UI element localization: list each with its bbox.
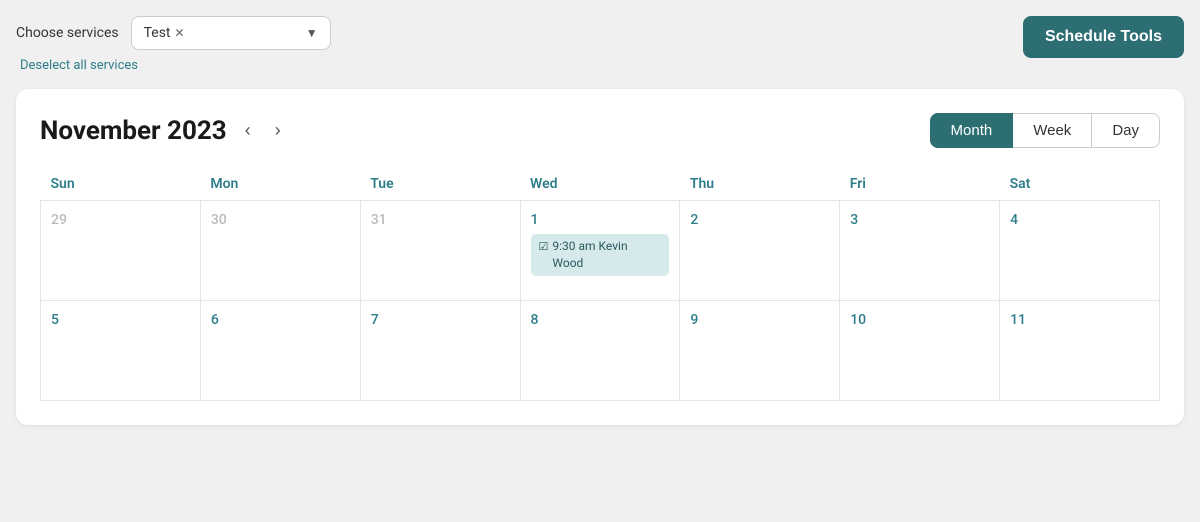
col-wed: Wed [520,168,680,201]
day-number: 31 [371,212,387,228]
calendar-container: November 2023 ‹ › Month Week Day Sun Mon… [16,89,1184,425]
calendar-days-header: Sun Mon Tue Wed Thu Fri Sat [41,168,1160,201]
calendar-week-row: 5 6 7 8 9 10 11 [41,301,1160,401]
calendar-cell[interactable]: 9 [680,301,840,401]
col-sun: Sun [41,168,201,201]
service-tag-close-icon[interactable]: ✕ [175,26,185,40]
col-thu: Thu [680,168,840,201]
col-sat: Sat [1000,168,1160,201]
calendar-cell[interactable]: 1☑9:30 am Kevin Wood [520,201,680,301]
calendar-cell[interactable]: 29 [41,201,201,301]
col-fri: Fri [840,168,1000,201]
day-number: 7 [371,312,379,328]
day-number: 2 [690,212,698,228]
calendar-cell[interactable]: 11 [1000,301,1160,401]
col-mon: Mon [200,168,360,201]
top-bar: Choose services Test ✕ ▼ Deselect all se… [16,16,1184,73]
calendar-cell[interactable]: 5 [41,301,201,401]
day-number: 9 [690,312,698,328]
day-number: 30 [211,212,227,228]
service-tag-name: Test [144,25,171,41]
view-toggle: Month Week Day [930,113,1160,148]
prev-month-button[interactable]: ‹ [239,116,257,145]
chevron-down-icon: ▼ [306,26,318,40]
calendar-week-row: 2930311☑9:30 am Kevin Wood234 [41,201,1160,301]
event-pill[interactable]: ☑9:30 am Kevin Wood [531,234,670,276]
day-number: 1 [531,212,539,228]
calendar-cell[interactable]: 6 [200,301,360,401]
col-tue: Tue [360,168,520,201]
calendar-grid: Sun Mon Tue Wed Thu Fri Sat 2930311☑9:30… [40,168,1160,401]
calendar-cell[interactable]: 3 [840,201,1000,301]
calendar-cell[interactable]: 2 [680,201,840,301]
day-number: 29 [51,212,67,228]
services-row: Choose services Test ✕ ▼ [16,16,331,50]
calendar-cell[interactable]: 7 [360,301,520,401]
schedule-tools-button[interactable]: Schedule Tools [1023,16,1184,58]
next-month-button[interactable]: › [269,116,287,145]
calendar-cell[interactable]: 31 [360,201,520,301]
view-month-button[interactable]: Month [930,113,1014,148]
calendar-cell[interactable]: 30 [200,201,360,301]
day-number: 4 [1010,212,1018,228]
day-number: 10 [850,312,866,328]
day-number: 5 [51,312,59,328]
calendar-header: November 2023 ‹ › Month Week Day [40,113,1160,148]
event-label: 9:30 am Kevin Wood [552,238,661,272]
calendar-month-title: November 2023 [40,116,227,146]
services-tag: Test ✕ [144,25,185,41]
deselect-all-link[interactable]: Deselect all services [20,58,331,73]
services-dropdown[interactable]: Test ✕ ▼ [131,16,331,50]
choose-services-label: Choose services [16,25,119,41]
day-number: 11 [1010,312,1026,328]
day-number: 3 [850,212,858,228]
calendar-cell[interactable]: 4 [1000,201,1160,301]
view-week-button[interactable]: Week [1013,113,1092,148]
calendar-cell[interactable]: 10 [840,301,1000,401]
calendar-title-area: November 2023 ‹ › [40,116,287,146]
event-check-icon: ☑ [539,239,549,254]
day-number: 8 [531,312,539,328]
calendar-cell[interactable]: 8 [520,301,680,401]
day-number: 6 [211,312,219,328]
view-day-button[interactable]: Day [1092,113,1160,148]
top-bar-left: Choose services Test ✕ ▼ Deselect all se… [16,16,331,73]
